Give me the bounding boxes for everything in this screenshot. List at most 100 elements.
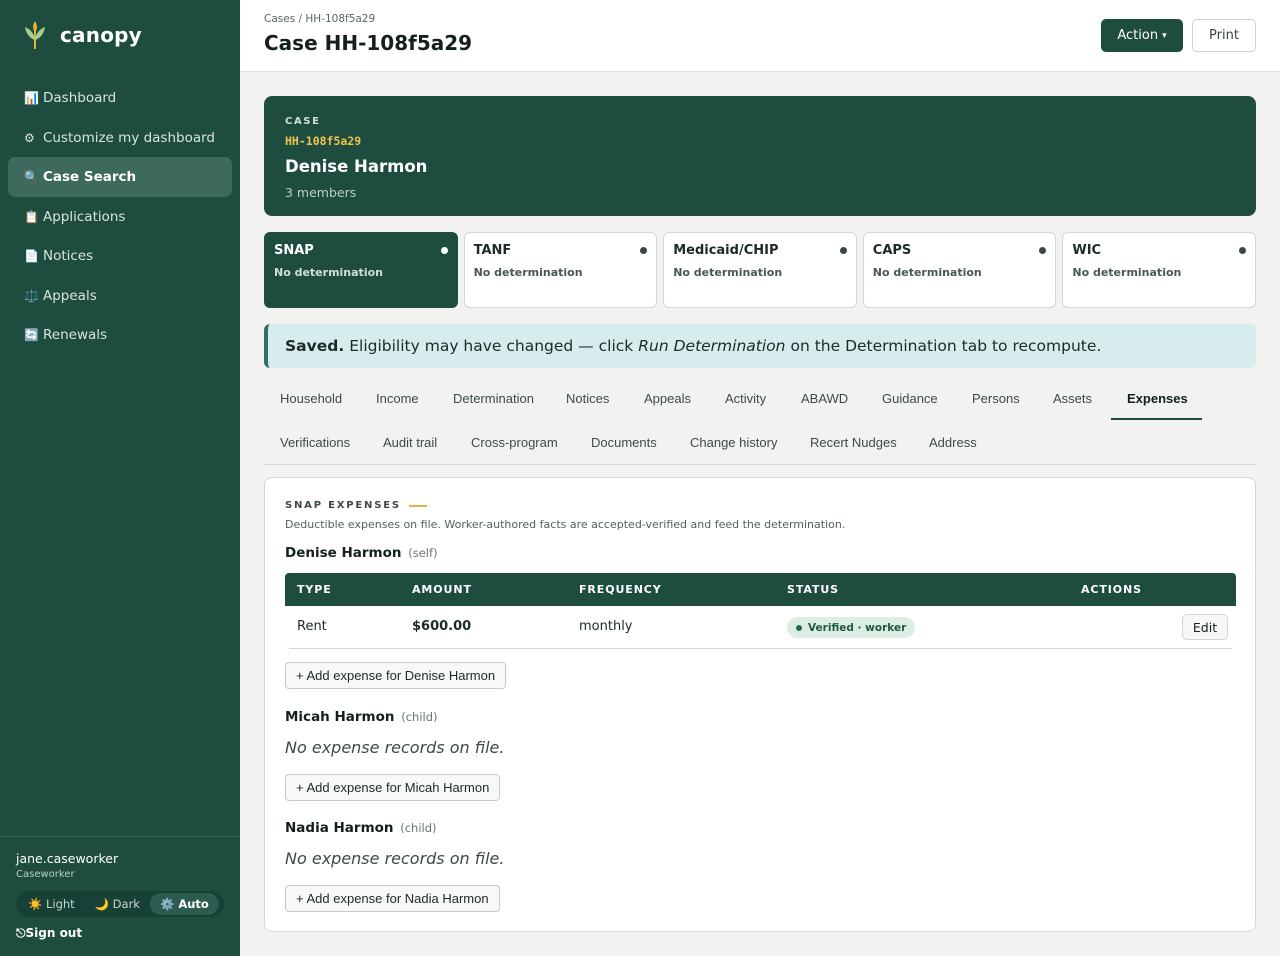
tab-cross-program[interactable]: Cross-program xyxy=(471,420,558,464)
person-name: Micah Harmon xyxy=(285,709,395,725)
table-header: TYPE AMOUNT FREQUENCY STATUS ACTIONS xyxy=(285,573,1236,606)
brand[interactable]: canopy xyxy=(22,20,142,50)
status-badge-label: Verified · worker xyxy=(808,621,907,634)
program-tile-snap[interactable]: SNAP No determination xyxy=(264,232,458,308)
sidebar-item-label: Customize my dashboard xyxy=(43,129,215,146)
page-title: Case HH-108f5a29 xyxy=(264,31,473,55)
tab-verifications[interactable]: Verifications xyxy=(280,420,350,464)
tab-persons[interactable]: Persons xyxy=(972,376,1020,420)
person-relation: (child) xyxy=(400,821,437,835)
sidebar: canopy 📊 Dashboard ⚙ Customize my dashbo… xyxy=(0,0,240,956)
banner-strong: Saved. xyxy=(285,337,345,355)
person-heading: Denise Harmon (self) xyxy=(285,545,438,561)
sidebar-item-label: Renewals xyxy=(43,327,108,343)
program-name: Medicaid/CHIP xyxy=(673,243,779,258)
user-role: Caseworker xyxy=(16,869,75,880)
program-status: No determination xyxy=(673,266,783,279)
sign-out-icon: ⎋ xyxy=(16,926,26,940)
empty-state: No expense records on file. xyxy=(285,849,505,868)
document-icon: 📄 xyxy=(24,249,39,263)
clipboard-icon: 📋 xyxy=(24,209,39,224)
column-header-type: TYPE xyxy=(297,583,332,596)
tab-determination[interactable]: Determination xyxy=(453,376,534,420)
case-id: HH-108f5a29 xyxy=(285,134,362,148)
banner-text-before: Eligibility may have changed — click xyxy=(349,337,634,355)
program-tile-wic[interactable]: WIC No determination xyxy=(1062,232,1256,308)
tab-notices[interactable]: Notices xyxy=(566,376,609,420)
sidebar-item-case-search[interactable]: 🔍 Case Search xyxy=(8,157,232,197)
print-button[interactable]: Print xyxy=(1192,19,1256,52)
expense-table: TYPE AMOUNT FREQUENCY STATUS ACTIONS Ren… xyxy=(285,573,1236,649)
tab-assets[interactable]: Assets xyxy=(1053,376,1092,420)
theme-auto-label: Auto xyxy=(178,897,209,911)
action-label: Action xyxy=(1117,28,1159,43)
status-dot-icon xyxy=(839,247,847,254)
add-expense-button-nadia[interactable]: + Add expense for Nadia Harmon xyxy=(285,885,500,912)
program-name: SNAP xyxy=(274,243,314,258)
sidebar-item-dashboard[interactable]: 📊 Dashboard xyxy=(8,78,232,118)
tab-income[interactable]: Income xyxy=(376,376,419,420)
chart-icon: 📊 xyxy=(24,91,39,105)
tab-expenses[interactable]: Expenses xyxy=(1127,376,1188,420)
tab-appeals[interactable]: Appeals xyxy=(644,376,691,420)
sign-out-link[interactable]: ⎋Sign out xyxy=(16,926,82,941)
gear-icon: ⚙ xyxy=(24,130,35,145)
expense-type: Rent xyxy=(297,619,327,634)
tab-audit-trail[interactable]: Audit trail xyxy=(383,420,437,464)
add-expense-button-denise[interactable]: + Add expense for Denise Harmon xyxy=(285,662,507,689)
program-tile-medicaid-chip[interactable]: Medicaid/CHIP No determination xyxy=(663,232,857,308)
page-header: Cases / HH-108f5a29 Case HH-108f5a29 Act… xyxy=(240,0,1280,72)
sidebar-item-notices[interactable]: 📄 Notices xyxy=(8,236,232,276)
caret-down-icon: ▾ xyxy=(1162,30,1167,41)
tab-household[interactable]: Household xyxy=(280,376,342,420)
expense-amount: $600.00 xyxy=(412,619,472,634)
edit-expense-button[interactable]: Edit xyxy=(1182,614,1228,640)
tab-recert-nudges[interactable]: Recert Nudges xyxy=(810,420,897,464)
refresh-icon: 🔄 xyxy=(24,328,39,342)
section-heading: SNAP EXPENSES xyxy=(285,500,427,511)
user-name: jane.caseworker xyxy=(16,851,119,866)
theme-dark-button[interactable]: 🌙 Dark xyxy=(85,893,150,915)
gear-icon: ⚙️ xyxy=(159,897,175,911)
scales-icon: ⚖️ xyxy=(24,288,39,303)
program-tile-tanf[interactable]: TANF No determination xyxy=(463,232,658,308)
sidebar-item-label: Appeals xyxy=(43,287,97,304)
status-dot-icon xyxy=(640,247,648,254)
person-relation: (child) xyxy=(401,710,438,724)
sidebar-item-applications[interactable]: 📋 Applications xyxy=(8,197,232,237)
add-expense-button-micah[interactable]: + Add expense for Micah Harmon xyxy=(285,774,501,801)
tab-change-history[interactable]: Change history xyxy=(690,420,777,464)
status-badge: Verified · worker xyxy=(787,617,916,638)
status-dot-icon xyxy=(1039,247,1047,254)
status-dot-icon xyxy=(1238,247,1246,254)
tab-address[interactable]: Address xyxy=(929,420,977,464)
program-status: No determination xyxy=(1072,266,1182,279)
program-tile-caps[interactable]: CAPS No determination xyxy=(862,232,1057,308)
sidebar-nav: 📊 Dashboard ⚙ Customize my dashboard 🔍 C… xyxy=(8,78,232,355)
breadcrumb[interactable]: Cases / HH-108f5a29 xyxy=(264,13,375,25)
tab-activity[interactable]: Activity xyxy=(725,376,766,420)
theme-auto-button[interactable]: ⚙️ Auto xyxy=(149,893,219,915)
person-heading: Micah Harmon (child) xyxy=(285,709,438,725)
wheat-sprout-icon xyxy=(25,21,45,49)
heading-accent xyxy=(408,504,427,507)
section-heading-text: SNAP EXPENSES xyxy=(285,500,401,511)
magnifier-icon: 🔍 xyxy=(24,170,39,184)
column-header-actions: ACTIONS xyxy=(1081,583,1142,596)
sidebar-item-label: Case Search xyxy=(43,169,137,185)
theme-light-button[interactable]: ☀️ Light xyxy=(18,893,85,915)
sidebar-item-renewals[interactable]: 🔄 Renewals xyxy=(8,315,232,355)
banner-run-determination: Run Determination xyxy=(638,337,786,355)
action-menu-button[interactable]: Action ▾ xyxy=(1101,19,1183,52)
sidebar-item-appeals[interactable]: ⚖️ Appeals xyxy=(8,276,232,316)
column-header-frequency: FREQUENCY xyxy=(579,583,662,596)
sidebar-item-label: Applications xyxy=(43,208,126,225)
person-heading: Nadia Harmon (child) xyxy=(285,820,437,836)
sidebar-item-customize-dashboard[interactable]: ⚙ Customize my dashboard xyxy=(8,118,232,158)
tab-documents[interactable]: Documents xyxy=(591,420,657,464)
tab-abawd[interactable]: ABAWD xyxy=(801,376,848,420)
app-name: canopy xyxy=(60,23,142,47)
sign-out-label: Sign out xyxy=(25,926,83,940)
case-tabs: Household Income Determination Notices A… xyxy=(264,376,1256,465)
tab-guidance[interactable]: Guidance xyxy=(882,376,938,420)
